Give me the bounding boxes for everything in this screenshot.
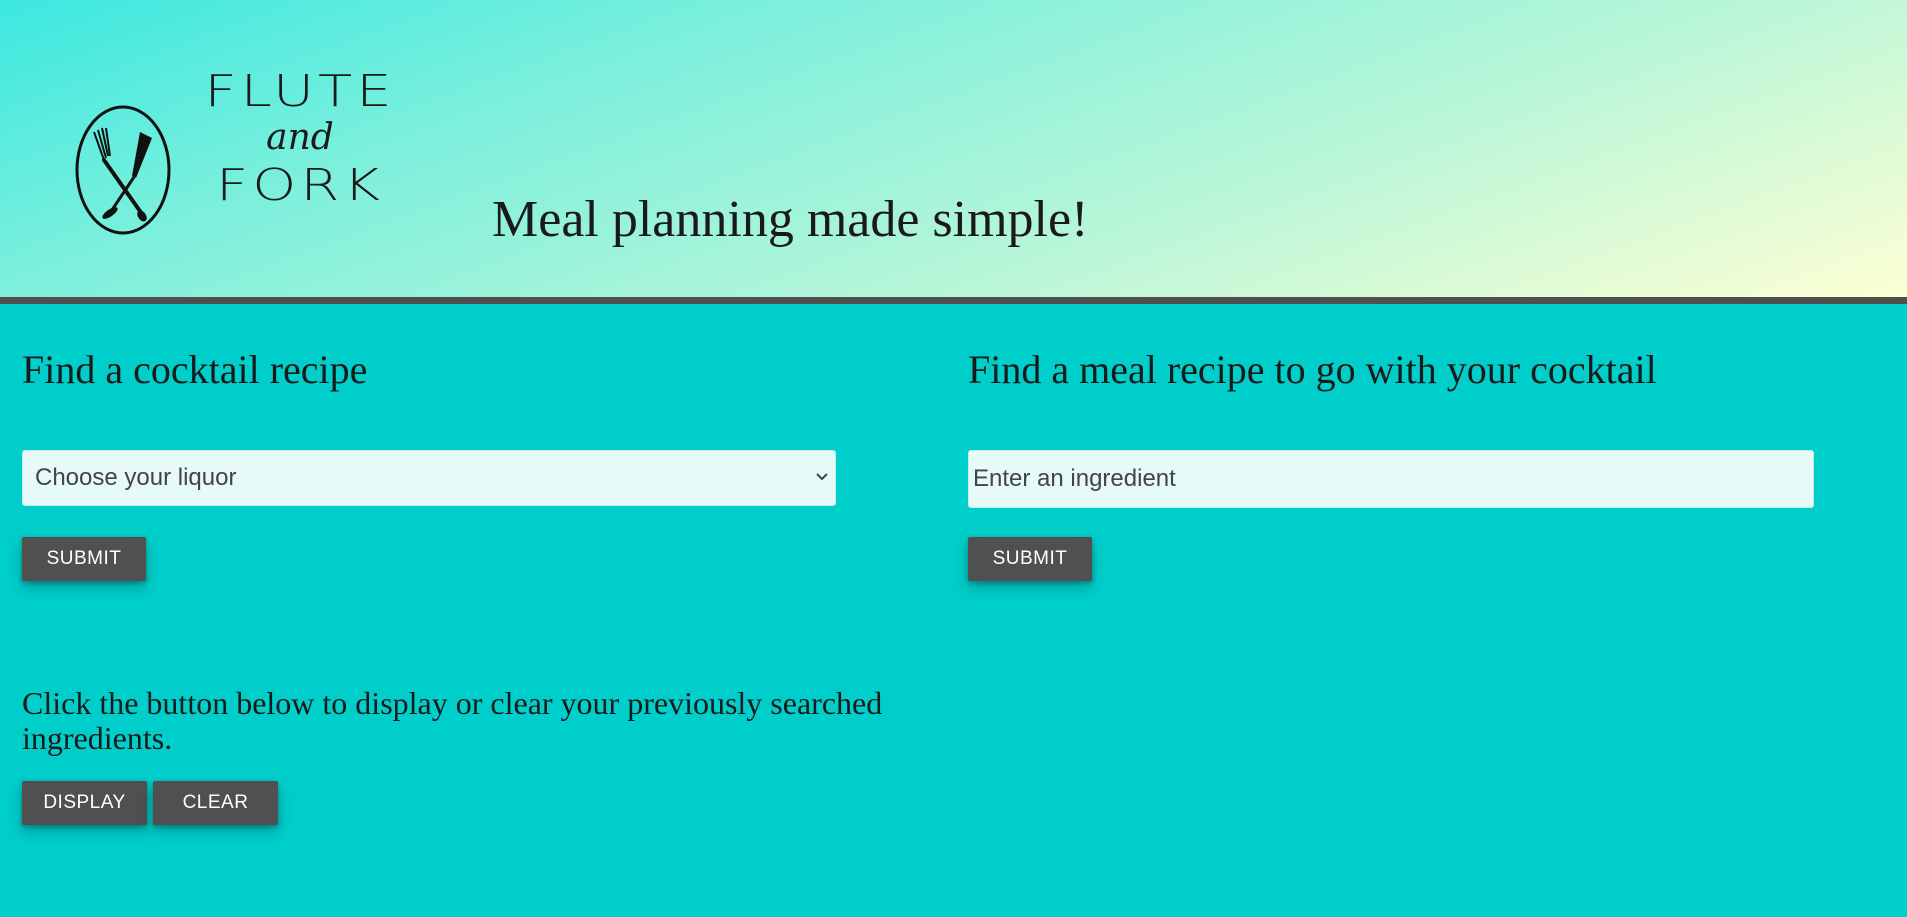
brand-word-fork: Fork [216, 160, 384, 211]
display-button[interactable]: DISPLAY [22, 781, 147, 825]
meal-submit-button[interactable]: SUBMIT [968, 537, 1092, 581]
cocktail-section: Find a cocktail recipe Choose your liquo… [22, 340, 952, 825]
brand-word-flute: Flute [204, 66, 396, 117]
cocktail-heading: Find a cocktail recipe [22, 347, 368, 392]
brand-wordmark: Flute and Fork [180, 60, 420, 218]
brand-word-and: and [266, 117, 334, 158]
history-prompt: Click the button below to display or cle… [22, 685, 883, 756]
liquor-select[interactable]: Choose your liquor [22, 450, 836, 506]
meal-section: Find a meal recipe to go with your cockt… [968, 340, 1888, 581]
clear-button[interactable]: CLEAR [153, 781, 278, 825]
liquor-select-value: Choose your liquor [35, 464, 237, 491]
cocktail-submit-button[interactable]: SUBMIT [22, 537, 146, 581]
ingredient-input-placeholder: Enter an ingredient [973, 465, 1176, 492]
tagline: Meal planning made simple! [492, 191, 1089, 248]
header-divider [0, 297, 1907, 304]
chevron-down-icon [815, 451, 829, 528]
fork-and-flute-logo-icon [75, 105, 171, 235]
meal-heading: Find a meal recipe to go with your cockt… [968, 347, 1657, 392]
ingredient-input[interactable]: Enter an ingredient [968, 450, 1814, 508]
site-header: Flute and Fork Meal planning made simple… [0, 0, 1907, 297]
